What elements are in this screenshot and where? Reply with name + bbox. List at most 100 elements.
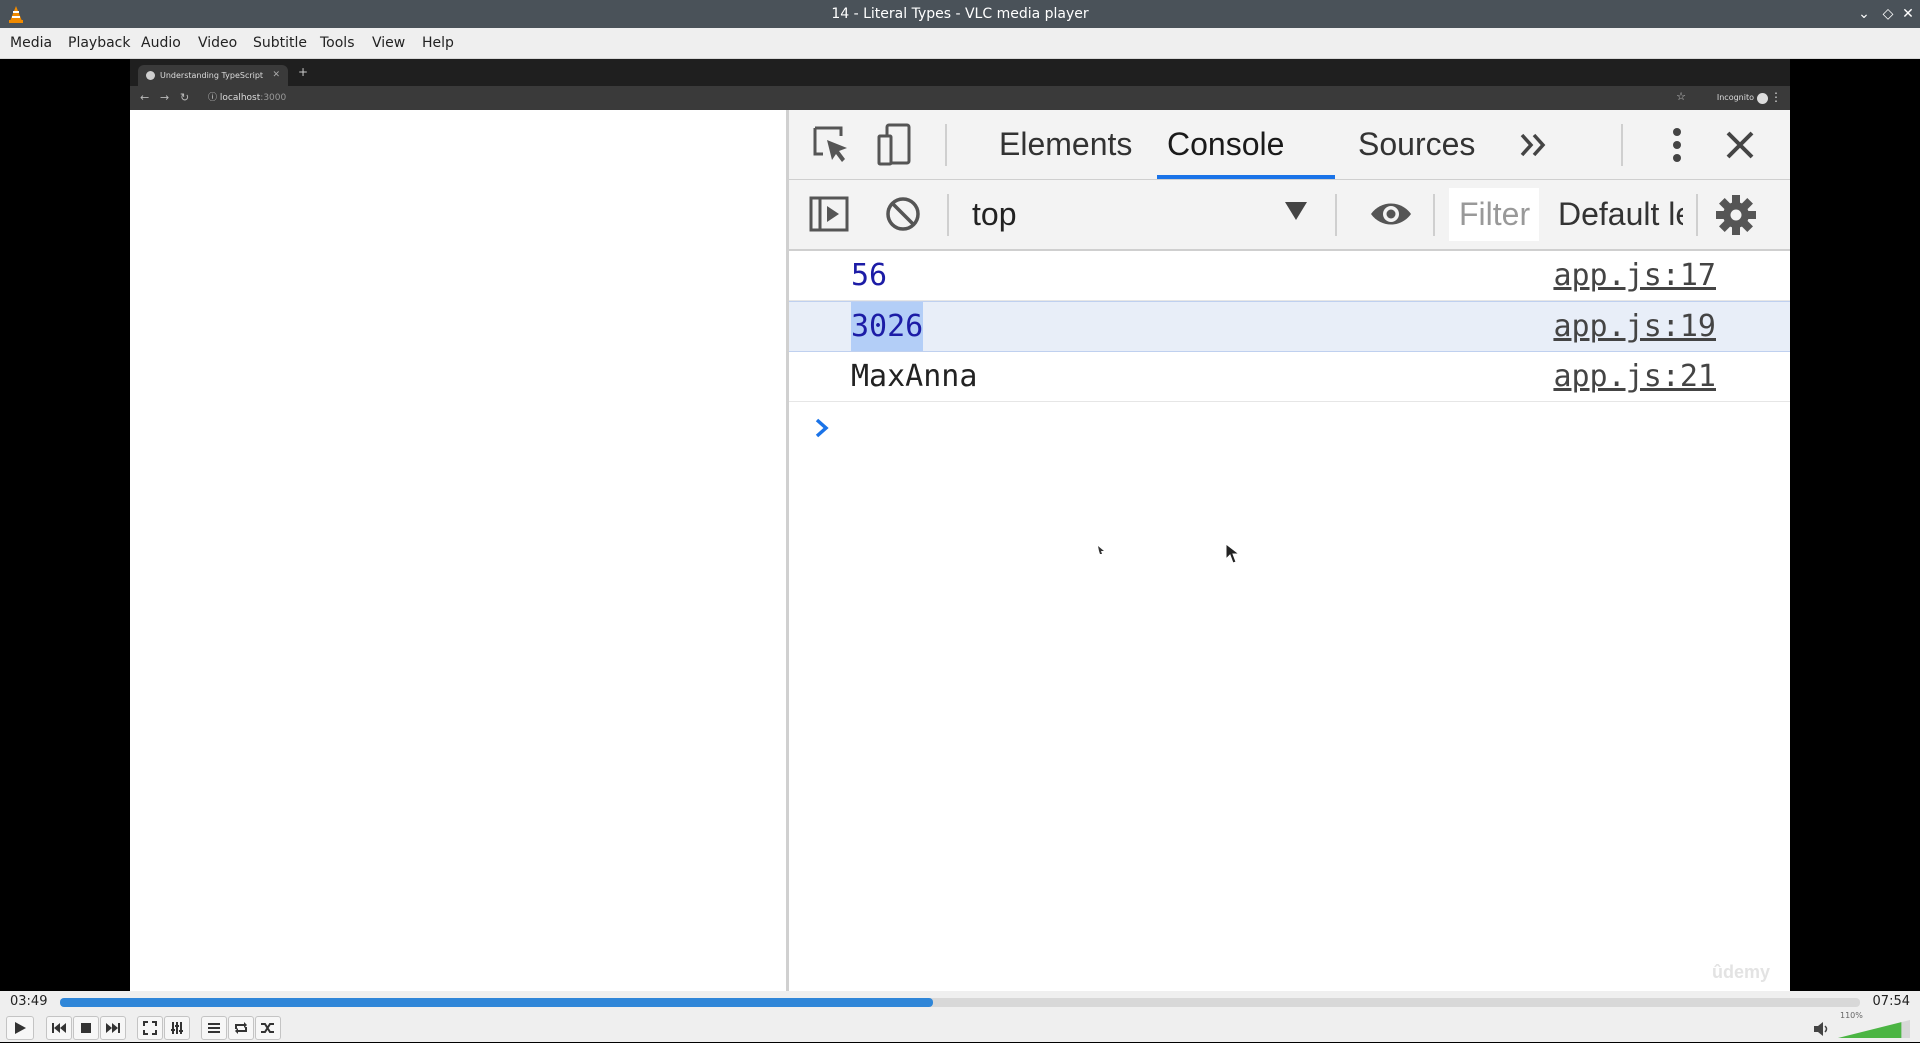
filter-placeholder: Filter [1459,196,1531,232]
seek-bar-progress [60,998,933,1007]
active-tab-indicator [1157,175,1335,179]
menu-playback[interactable]: Playback [68,28,130,58]
playlist-icon [208,1023,220,1033]
console-row[interactable]: 56 app.js:17 [789,251,1790,301]
browser-address-bar: ← → ↻ ⓘ localhost:3000 ☆ Incognito ⋮ [130,86,1790,110]
title-bar: 14 - Literal Types - VLC media player ⌄ … [0,0,1920,28]
menu-tools[interactable]: Tools [320,28,355,58]
separator [1335,194,1337,236]
playlist-button[interactable] [201,1016,227,1040]
url-port: :3000 [260,93,287,103]
separator [945,124,947,166]
incognito-icon [1757,93,1768,104]
video-frame: Understanding TypeScript ✕ + ← → ↻ ⓘ loc… [130,59,1790,991]
source-link[interactable]: app.js:21 [1553,352,1716,401]
total-time: 07:54 [1872,994,1910,1009]
browser-tab-title: Understanding TypeScript [160,71,264,80]
previous-button[interactable] [46,1016,72,1040]
context-selector[interactable]: top [972,180,1016,249]
equalizer-icon [171,1022,183,1034]
back-icon: ← [140,91,150,104]
tab-sources[interactable]: Sources [1358,110,1475,179]
prompt-chevron-icon [815,418,829,438]
stop-icon [81,1023,91,1033]
menu-subtitle[interactable]: Subtitle [253,28,307,58]
console-value: 3026 [851,302,924,351]
live-expression-eye-icon[interactable] [1369,198,1413,230]
play-icon [15,1022,26,1034]
more-tabs-icon[interactable] [1519,132,1547,158]
seek-bar[interactable] [60,998,1860,1007]
globe-icon [146,71,155,80]
inspect-element-icon [813,126,847,162]
browser-tab-strip: Understanding TypeScript ✕ + [130,59,1790,86]
kebab-menu-icon[interactable] [1671,126,1683,164]
console-value: MaxAnna [851,359,978,394]
volume-slider[interactable]: 110% [1836,1011,1912,1039]
menu-help[interactable]: Help [422,28,454,58]
separator [1433,194,1435,236]
minimize-icon[interactable]: ⌄ [1854,4,1874,24]
maximize-icon[interactable]: ◇ [1878,4,1898,24]
log-levels-dropdown[interactable]: Default levels [1558,180,1683,249]
source-link[interactable]: app.js:19 [1553,302,1716,351]
console-prompt-line[interactable] [789,402,1790,452]
loop-button[interactable] [228,1016,254,1040]
console-row[interactable]: MaxAnna app.js:21 [789,352,1790,402]
source-link[interactable]: app.js:17 [1553,251,1716,300]
shuffle-button[interactable] [255,1016,281,1040]
gear-icon[interactable] [1715,194,1757,236]
loop-icon [235,1022,247,1034]
close-devtools-icon[interactable] [1725,130,1755,160]
separator [1696,194,1698,236]
speaker-icon[interactable] [1812,1021,1832,1037]
url-host: localhost [219,93,261,103]
player-controls: 03:49 07:54 110% [0,991,1920,1042]
close-icon[interactable]: ✕ [1898,4,1918,24]
console-messages: 56 app.js:17 3026 app.js:19 MaxAnna app.… [789,251,1790,452]
new-tab-icon: + [298,65,309,79]
stop-button[interactable] [73,1016,99,1040]
separator [947,194,949,236]
clear-console-icon[interactable] [885,196,921,232]
previous-icon [52,1023,66,1033]
menu-bar: Media Playback Audio Video Subtitle Tool… [0,28,1920,59]
tab-elements[interactable]: Elements [999,110,1132,179]
forward-icon: → [160,91,170,104]
devtools-tabbar: Elements Console Sources [789,110,1790,180]
browser-page [130,110,786,991]
dropdown-arrow-icon[interactable] [1285,202,1307,220]
play-button[interactable] [6,1016,34,1040]
reload-icon: ↻ [180,91,190,104]
fullscreen-icon [143,1021,157,1035]
menu-audio[interactable]: Audio [141,28,181,58]
elapsed-time: 03:49 [10,994,48,1009]
shuffle-icon [261,1023,274,1033]
volume-percent: 110% [1840,1011,1863,1020]
window-title: 14 - Literal Types - VLC media player [831,6,1089,22]
filter-input[interactable]: Filter [1449,188,1539,241]
mouse-cursor-icon [1225,543,1241,564]
star-icon: ☆ [1676,90,1686,103]
udemy-watermark: ûdemy [1711,962,1770,982]
menu-video[interactable]: Video [198,28,237,58]
sidebar-toggle-icon[interactable] [809,196,849,232]
menu-media[interactable]: Media [10,28,52,58]
tab-console[interactable]: Console [1167,110,1284,179]
close-tab-icon: ✕ [272,70,280,80]
extended-settings-button[interactable] [164,1016,190,1040]
device-toolbar-icon [877,123,911,166]
small-cursor-icon [1098,546,1104,554]
console-row-selected[interactable]: 3026 app.js:19 [789,301,1790,352]
console-toolbar: top Filter Default levels [789,180,1790,251]
browser-menu-icon: ⋮ [1770,90,1782,104]
browser-url: ⓘ localhost:3000 [208,93,287,103]
incognito-label: Incognito [1716,93,1754,102]
browser-tab: Understanding TypeScript ✕ [138,65,288,86]
next-button[interactable] [100,1016,126,1040]
next-icon [106,1023,120,1033]
fullscreen-button[interactable] [137,1016,163,1040]
video-area[interactable]: Understanding TypeScript ✕ + ← → ↻ ⓘ loc… [0,59,1920,991]
devtools-panel: Elements Console Sources top Filter Defa… [789,110,1790,991]
menu-view[interactable]: View [372,28,405,58]
